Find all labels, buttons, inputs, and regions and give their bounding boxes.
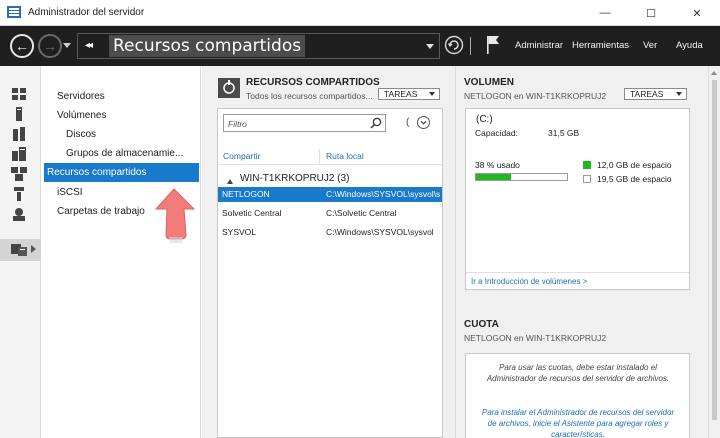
scrollbar-thumb[interactable] (712, 80, 717, 420)
quota-message: Para usar las cuotas, debe estar instala… (486, 363, 670, 383)
toolbar: ← → ◂◂ Recursos compartidos Administrar … (0, 26, 720, 66)
forward-button[interactable]: → (38, 34, 62, 58)
minimize-button[interactable]: — (582, 0, 628, 26)
share-path: C:\Windows\SYSVOL\sysvol (326, 227, 434, 237)
close-icon: ✕ (692, 7, 702, 20)
table-row[interactable]: Solvetic Central C:\Solvetic Central (218, 206, 442, 221)
query-options-icon: ( (406, 117, 410, 128)
table-row[interactable]: NETLOGON C:\Windows\SYSVOL\sysvol\s (218, 187, 442, 202)
volumes-overview-link[interactable]: Ir a Introducción de volúmenes > (471, 277, 587, 286)
table-row[interactable]: SYSVOL C:\Windows\SYSVOL\sysvol (218, 225, 442, 240)
menu-ver[interactable]: Ver (643, 40, 657, 51)
column-divider (319, 149, 320, 164)
capacity-value: 31,5 GB (548, 128, 580, 138)
shares-title: RECURSOS COMPARTIDOS (246, 77, 380, 88)
server-icon[interactable] (11, 107, 27, 121)
shares-tasks-button[interactable]: TAREAS (378, 88, 440, 100)
usage-bar-fill (476, 174, 511, 180)
install-fsrm-link[interactable]: Para instalar el Administrador de recurs… (478, 407, 678, 438)
free-space-label: 12,0 GB de espacio (597, 160, 672, 170)
breadcrumb-chevron-icon: ◂◂ (85, 40, 93, 51)
share-path: C:\Solvetic Central (326, 208, 397, 218)
toolbar-separator (470, 37, 471, 55)
arrow-right-icon: → (43, 38, 57, 54)
nav-item-servidores[interactable]: Servidores (42, 87, 200, 106)
details-panel: VOLUMEN NETLOGON en WIN-T1KRKOPRUJ2 TARE… (455, 66, 720, 438)
used-space-legend-icon (583, 175, 591, 183)
expand-options-icon[interactable] (417, 116, 430, 129)
refresh-icon[interactable] (444, 35, 464, 55)
file-storage-icon[interactable] (11, 242, 27, 256)
details-scrollbar[interactable] (708, 66, 720, 438)
quota-card: Para usar las cuotas, debe estar instala… (465, 353, 690, 438)
used-space-label: 19,5 GB de espacio (597, 174, 672, 184)
file-services-icon[interactable] (11, 167, 27, 181)
server-manager-icon (7, 6, 21, 18)
usage-bar (475, 173, 568, 181)
shares-subtitle: Todos los recursos compartidos... (246, 91, 373, 101)
shares-tasks-label: TAREAS (384, 89, 418, 99)
storage-icon[interactable] (11, 187, 27, 201)
maximize-icon: ☐ (646, 7, 656, 20)
quota-subtitle: NETLOGON en WIN-T1KRKOPRUJ2 (464, 333, 607, 343)
pointer-arrow-icon (154, 188, 196, 243)
volumes-icon[interactable] (11, 147, 27, 161)
volume-drive: (C:) (476, 114, 493, 125)
share-name: Solvetic Central (222, 208, 282, 218)
capacity-label: Capacidad: (475, 128, 519, 138)
shared-folder-icon (218, 78, 240, 98)
history-dropdown-icon[interactable] (63, 43, 71, 48)
nav-item-recursos-compartidos[interactable]: Recursos compartidos (44, 163, 199, 182)
volume-tasks-button[interactable]: TAREAS (624, 88, 687, 100)
share-name: NETLOGON (222, 189, 270, 199)
breadcrumb[interactable]: ◂◂ Recursos compartidos (77, 33, 440, 59)
filter-input[interactable]: Filtro (223, 114, 386, 132)
group-collapse-icon[interactable] (227, 179, 233, 184)
minimize-icon: — (599, 7, 611, 19)
back-button[interactable]: ← (10, 34, 34, 58)
menu-administrar[interactable]: Administrar (515, 40, 563, 51)
chevron-down-icon (429, 92, 435, 96)
notifications-flag-icon[interactable] (485, 35, 501, 55)
volume-card: (C:) Capacidad: 31,5 GB 38 % usado 12,0 … (465, 108, 690, 290)
chevron-down-icon (676, 92, 682, 96)
share-name: SYSVOL (222, 227, 257, 237)
dashboard-icon[interactable] (11, 87, 27, 101)
free-space-legend-icon (583, 161, 591, 169)
rail-expand-arrow-icon[interactable] (31, 245, 36, 253)
nav-item-grupos-almacenamiento[interactable]: Grupos de almacenamie... (42, 144, 200, 163)
menu-ayuda[interactable]: Ayuda (676, 40, 703, 51)
shares-list: Filtro ( Compartir Ruta local WIN-T1KRKO… (217, 108, 443, 438)
group-label: WIN-T1KRKOPRUJ2 (3) (240, 173, 350, 184)
title-bar: Administrador del servidor — ☐ ✕ (0, 0, 720, 26)
column-header-ruta-local[interactable]: Ruta local (326, 151, 364, 161)
roles-icon[interactable] (11, 207, 27, 221)
header-divider (218, 164, 442, 165)
maximize-button[interactable]: ☐ (628, 0, 674, 26)
scroll-up-icon[interactable] (711, 71, 717, 75)
volume-title: VOLUMEN (464, 77, 514, 88)
window-title: Administrador del servidor (28, 7, 145, 18)
nav-panel: Servidores Volúmenes Discos Grupos de al… (42, 66, 201, 438)
search-icon[interactable] (370, 117, 382, 129)
filter-placeholder: Filtro (228, 119, 247, 129)
close-button[interactable]: ✕ (674, 0, 720, 26)
volume-subtitle: NETLOGON en WIN-T1KRKOPRUJ2 (464, 91, 607, 101)
quota-title: CUOTA (464, 319, 499, 330)
breadcrumb-dropdown-icon[interactable] (426, 44, 434, 49)
volume-divider (466, 272, 689, 273)
nav-item-discos[interactable]: Discos (42, 125, 200, 144)
volume-tasks-label: TAREAS (630, 89, 664, 99)
menu-herramientas[interactable]: Herramientas (572, 40, 629, 51)
servers-group-icon[interactable] (11, 127, 27, 141)
used-percent-label: 38 % usado (475, 160, 520, 170)
shares-panel: RECURSOS COMPARTIDOS Todos los recursos … (202, 66, 455, 438)
icon-rail (0, 66, 41, 438)
share-path: C:\Windows\SYSVOL\sysvol\s (326, 189, 440, 199)
breadcrumb-current[interactable]: Recursos compartidos (109, 35, 306, 57)
nav-item-volumenes[interactable]: Volúmenes (42, 106, 200, 125)
column-header-compartir[interactable]: Compartir (223, 151, 260, 161)
arrow-left-icon: ← (15, 38, 29, 54)
